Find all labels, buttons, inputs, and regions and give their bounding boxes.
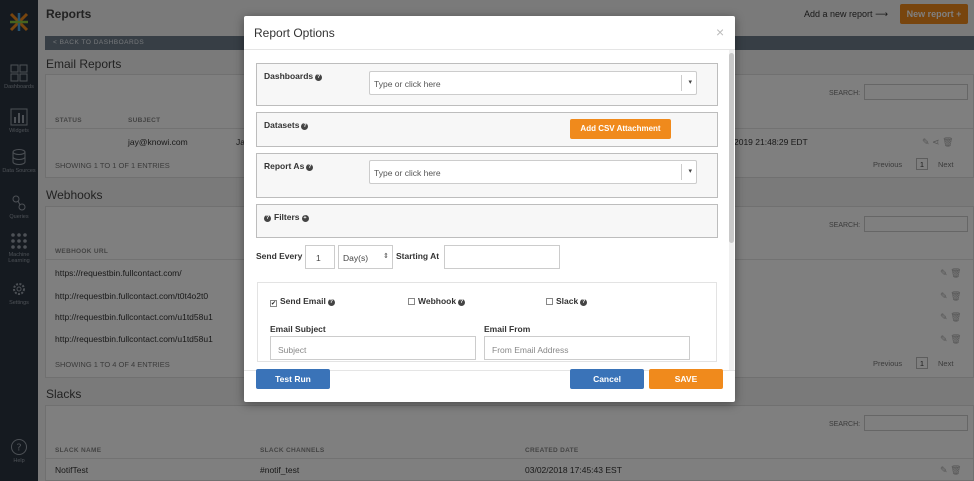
send-every-label: Send Every <box>256 251 303 261</box>
email-from-placeholder: From Email Address <box>492 345 569 355</box>
send-every-unit-value: Day(s) <box>343 253 369 263</box>
email-subject-input[interactable]: Subject <box>270 336 476 360</box>
report-as-placeholder: Type or click here <box>374 168 441 178</box>
help-icon[interactable]: ? <box>264 215 271 222</box>
datasets-label-text: Datasets <box>264 120 300 130</box>
help-icon[interactable]: ? <box>458 299 466 306</box>
report-as-select[interactable]: Type or click here ▾ <box>369 160 697 184</box>
filters-section[interactable]: ? Filters + <box>256 204 718 238</box>
filters-label-text: Filters <box>274 212 300 222</box>
save-button[interactable]: SAVE <box>649 369 723 389</box>
dashboards-select[interactable]: Type or click here ▾ <box>369 71 697 95</box>
webhook-checkbox[interactable]: Webhook? <box>408 296 466 306</box>
dashboards-label-text: Dashboards <box>264 71 314 81</box>
email-subject-label: Email Subject <box>270 324 326 334</box>
send-email-label: Send Email <box>280 296 326 306</box>
send-every-input[interactable]: 1 <box>305 245 335 269</box>
help-icon[interactable]: ? <box>306 164 314 171</box>
webhook-label: Webhook <box>418 296 457 306</box>
email-from-label: Email From <box>484 324 531 334</box>
send-email-checkbox[interactable]: ✔ Send Email? <box>270 296 335 307</box>
help-icon[interactable]: ? <box>580 299 588 306</box>
add-filter-icon[interactable]: + <box>301 215 309 222</box>
modal-scrollbar-thumb[interactable] <box>729 53 734 243</box>
caret-down-icon[interactable]: ▾ <box>688 78 692 86</box>
dashboards-label: Dashboards? <box>264 71 323 81</box>
cancel-button[interactable]: Cancel <box>570 369 644 389</box>
filters-label[interactable]: ? Filters + <box>264 212 309 222</box>
caret-down-icon[interactable]: ▾ <box>688 167 692 175</box>
divider <box>681 164 682 180</box>
datasets-section: Datasets? Add CSV Attachment <box>256 112 718 147</box>
report-as-section: Report As? Type or click here ▾ <box>256 153 718 198</box>
slack-label: Slack <box>556 296 579 306</box>
add-csv-attachment-button[interactable]: Add CSV Attachment <box>570 119 671 139</box>
checkbox-unchecked-icon[interactable] <box>546 298 553 305</box>
notification-options-panel: ✔ Send Email? Webhook? Slack? Email Subje… <box>257 282 717 362</box>
starting-at-label: Starting At <box>396 251 440 261</box>
email-from-input[interactable]: From Email Address <box>484 336 690 360</box>
report-options-modal: Report Options × Dashboards? Type or cli… <box>244 16 735 402</box>
report-as-label: Report As? <box>264 161 314 171</box>
close-icon[interactable]: × <box>716 24 724 40</box>
help-icon[interactable]: ? <box>315 74 323 81</box>
datasets-label: Datasets? <box>264 120 309 130</box>
checkbox-unchecked-icon[interactable] <box>408 298 415 305</box>
stepper-icon: ⇕ <box>383 253 389 260</box>
help-icon[interactable]: ? <box>327 299 335 306</box>
starting-at-input[interactable] <box>444 245 560 269</box>
dashboards-placeholder: Type or click here <box>374 79 441 89</box>
divider <box>681 75 682 91</box>
send-every-unit-select[interactable]: Day(s) ⇕ <box>338 245 393 269</box>
dashboards-section: Dashboards? Type or click here ▾ <box>256 63 718 106</box>
modal-body: Dashboards? Type or click here ▾ Dataset… <box>244 50 735 370</box>
email-subject-placeholder: Subject <box>278 345 307 355</box>
slack-checkbox[interactable]: Slack? <box>546 296 588 306</box>
modal-title: Report Options <box>254 26 335 40</box>
checkbox-checked-icon[interactable]: ✔ <box>270 300 277 307</box>
report-as-label-text: Report As <box>264 161 305 171</box>
test-run-button[interactable]: Test Run <box>256 369 330 389</box>
help-icon[interactable]: ? <box>301 123 309 130</box>
